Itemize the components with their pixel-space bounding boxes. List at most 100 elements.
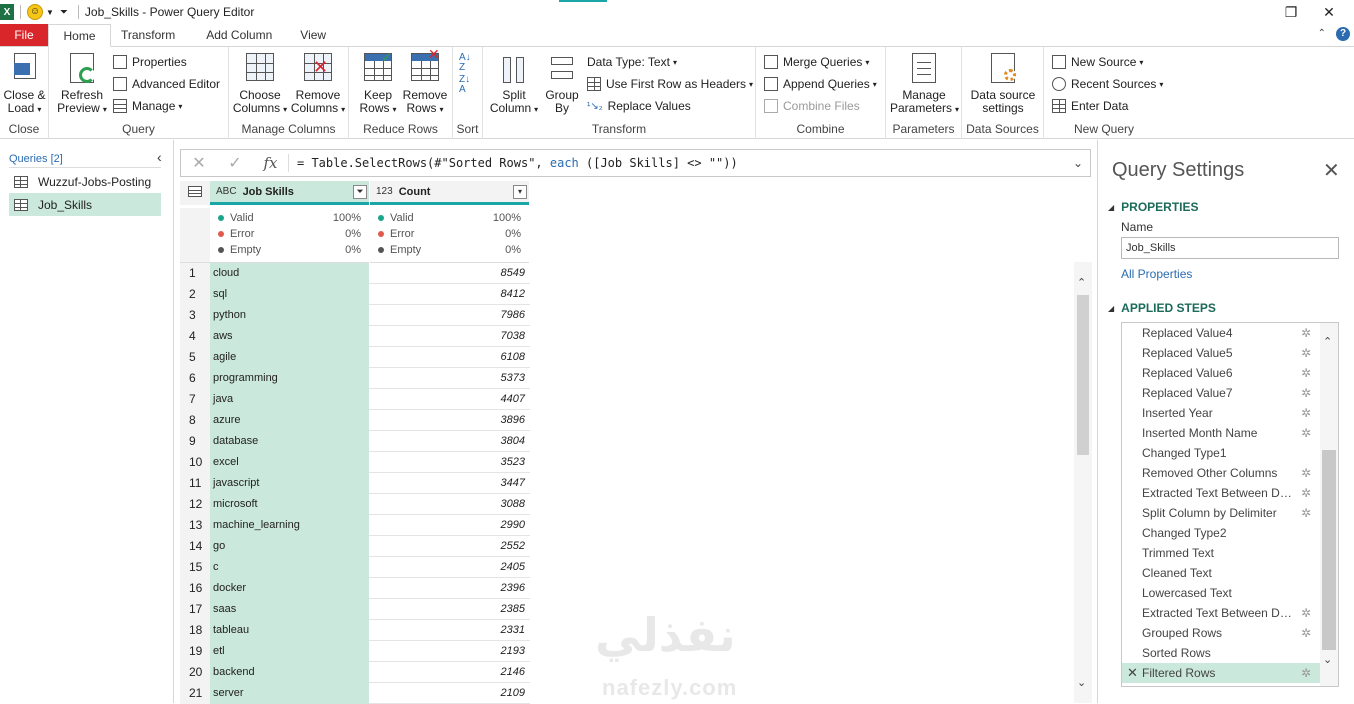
row-number[interactable]: 8	[180, 410, 210, 431]
fx-icon[interactable]: fx	[253, 154, 289, 172]
applied-step[interactable]: Lowercased Text	[1122, 583, 1321, 603]
row-number[interactable]: 15	[180, 557, 210, 578]
cell-job-skill[interactable]: aws	[210, 326, 369, 347]
applied-step[interactable]: Extracted Text Between Del... ✲	[1122, 603, 1321, 623]
commit-formula-icon[interactable]: ✓	[217, 153, 253, 173]
applied-step[interactable]: Inserted Year ✲	[1122, 403, 1321, 423]
cell-job-skill[interactable]: azure	[210, 410, 369, 431]
cell-count[interactable]: 2385	[370, 599, 529, 620]
row-number[interactable]: 14	[180, 536, 210, 557]
table-row[interactable]: 9 database 3804	[180, 431, 530, 452]
applied-step[interactable]: Replaced Value5 ✲	[1122, 343, 1321, 363]
row-number[interactable]: 13	[180, 515, 210, 536]
cell-job-skill[interactable]: programming	[210, 368, 369, 389]
row-number[interactable]: 19	[180, 641, 210, 662]
cell-job-skill[interactable]: tableau	[210, 620, 369, 641]
applied-step[interactable]: Changed Type2	[1122, 523, 1321, 543]
quick-access-customize-icon[interactable]: ⏷	[60, 7, 68, 18]
delete-step-icon[interactable]: ✕	[1127, 665, 1138, 681]
table-row[interactable]: 11 javascript 3447	[180, 473, 530, 494]
tab-home[interactable]: Home	[48, 24, 111, 47]
table-row[interactable]: 4 aws 7038	[180, 326, 530, 347]
step-settings-gear-icon[interactable]: ✲	[1301, 486, 1311, 500]
remove-columns-button[interactable]: ✕ Remove Columns ▾	[289, 53, 347, 116]
applied-step[interactable]: Replaced Value7 ✲	[1122, 383, 1321, 403]
table-row[interactable]: 17 saas 2385	[180, 599, 530, 620]
advanced-editor-button[interactable]: Advanced Editor	[113, 77, 220, 91]
scroll-down-icon[interactable]: ⌄	[1077, 676, 1086, 689]
cell-job-skill[interactable]: backend	[210, 662, 369, 683]
cell-count[interactable]: 2109	[370, 683, 529, 704]
cancel-formula-icon[interactable]: ✕	[181, 153, 217, 173]
cell-count[interactable]: 7038	[370, 326, 529, 347]
close-icon[interactable]: ✕	[1306, 0, 1352, 24]
merge-queries-button[interactable]: Merge Queries ▾	[764, 55, 869, 69]
dropdown-icon[interactable]: ▾	[513, 185, 527, 199]
step-settings-gear-icon[interactable]: ✲	[1301, 666, 1311, 680]
sort-descending-button[interactable]: Z↓ A	[459, 75, 470, 95]
scroll-up-icon[interactable]: ⌃	[1323, 335, 1332, 348]
close-settings-icon[interactable]: ✕	[1323, 158, 1340, 183]
table-row[interactable]: 21 server 2109	[180, 683, 530, 704]
applied-step[interactable]: ✕ Filtered Rows ✲	[1122, 663, 1321, 683]
close-load-button[interactable]: Close & Load ▾	[2, 53, 47, 116]
table-row[interactable]: 6 programming 5373	[180, 368, 530, 389]
step-settings-gear-icon[interactable]: ✲	[1301, 506, 1311, 520]
cell-count[interactable]: 8412	[370, 284, 529, 305]
use-first-row-headers-button[interactable]: Use First Row as Headers ▾	[587, 77, 753, 91]
all-properties-link[interactable]: All Properties	[1121, 267, 1192, 281]
step-settings-gear-icon[interactable]: ✲	[1301, 406, 1311, 420]
step-settings-gear-icon[interactable]: ✲	[1301, 426, 1311, 440]
applied-step[interactable]: Replaced Value6 ✲	[1122, 363, 1321, 383]
row-number[interactable]: 9	[180, 431, 210, 452]
new-source-button[interactable]: New Source ▾	[1052, 55, 1143, 69]
table-row[interactable]: 12 microsoft 3088	[180, 494, 530, 515]
cell-count[interactable]: 3447	[370, 473, 529, 494]
cell-job-skill[interactable]: python	[210, 305, 369, 326]
filter-active-icon[interactable]: ⏷	[353, 185, 367, 199]
applied-steps-section-header[interactable]: ◢ APPLIED STEPS	[1108, 301, 1216, 315]
cell-count[interactable]: 3896	[370, 410, 529, 431]
cell-count[interactable]: 2146	[370, 662, 529, 683]
step-settings-gear-icon[interactable]: ✲	[1301, 366, 1311, 380]
query-item-job-skills[interactable]: Job_Skills	[9, 193, 161, 216]
table-row[interactable]: 1 cloud 8549	[180, 263, 530, 284]
recent-sources-button[interactable]: Recent Sources ▾	[1052, 77, 1163, 91]
manage-button[interactable]: Manage ▾	[113, 99, 182, 113]
cell-job-skill[interactable]: cloud	[210, 263, 369, 284]
cell-count[interactable]: 2552	[370, 536, 529, 557]
cell-job-skill[interactable]: c	[210, 557, 369, 578]
keep-rows-button[interactable]: ✓ Keep Rows ▾	[355, 50, 401, 116]
step-settings-gear-icon[interactable]: ✲	[1301, 346, 1311, 360]
row-number[interactable]: 5	[180, 347, 210, 368]
applied-step[interactable]: Cleaned Text	[1122, 563, 1321, 583]
cell-job-skill[interactable]: javascript	[210, 473, 369, 494]
cell-job-skill[interactable]: database	[210, 431, 369, 452]
cell-count[interactable]: 2990	[370, 515, 529, 536]
applied-step[interactable]: Trimmed Text	[1122, 543, 1321, 563]
cell-job-skill[interactable]: etl	[210, 641, 369, 662]
query-item-wuzzuf-jobs-posting[interactable]: Wuzzuf-Jobs-Posting	[9, 170, 161, 193]
cell-job-skill[interactable]: machine_learning	[210, 515, 369, 536]
table-row[interactable]: 18 tableau 2331	[180, 620, 530, 641]
table-row[interactable]: 5 agile 6108	[180, 347, 530, 368]
row-number[interactable]: 20	[180, 662, 210, 683]
row-number[interactable]: 17	[180, 599, 210, 620]
step-settings-gear-icon[interactable]: ✲	[1301, 626, 1311, 640]
applied-step[interactable]: Replaced Value4 ✲	[1122, 323, 1321, 343]
applied-step[interactable]: Changed Type1	[1122, 443, 1321, 463]
cell-count[interactable]: 6108	[370, 347, 529, 368]
manage-parameters-button[interactable]: Manage Parameters ▾	[890, 53, 959, 116]
append-queries-button[interactable]: Append Queries ▾	[764, 77, 877, 91]
table-row[interactable]: 8 azure 3896	[180, 410, 530, 431]
chevron-down-icon[interactable]: ▼	[46, 8, 54, 17]
applied-step[interactable]: Sorted Rows	[1122, 643, 1321, 663]
row-number[interactable]: 7	[180, 389, 210, 410]
applied-step[interactable]: Inserted Month Name ✲	[1122, 423, 1321, 443]
text-type-icon[interactable]: ABC	[216, 186, 237, 197]
help-icon[interactable]: ?	[1336, 27, 1350, 41]
row-number[interactable]: 21	[180, 683, 210, 704]
row-number[interactable]: 10	[180, 452, 210, 473]
step-settings-gear-icon[interactable]: ✲	[1301, 606, 1311, 620]
applied-step[interactable]: Extracted Text Between Del... ✲	[1122, 483, 1321, 503]
